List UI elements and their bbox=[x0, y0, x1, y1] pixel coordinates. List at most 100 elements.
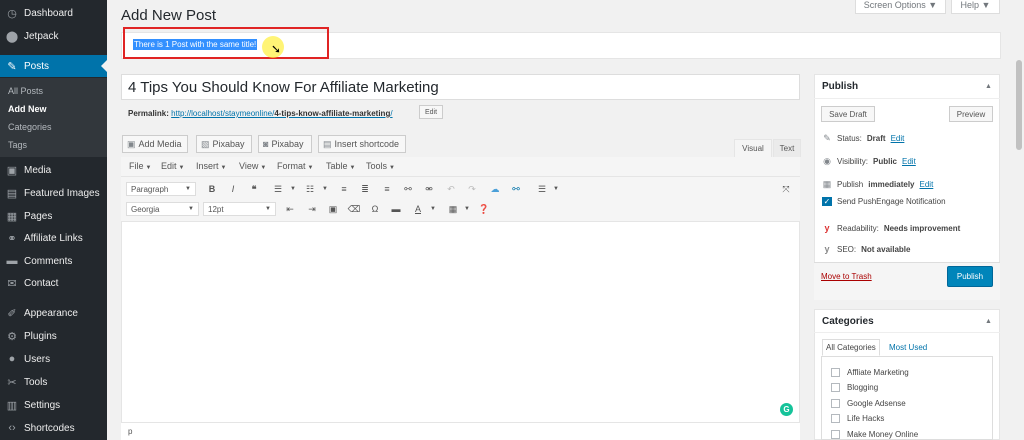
permalink-edit-button[interactable]: Edit bbox=[419, 105, 443, 119]
menu-featured-images[interactable]: ▤ Featured Images bbox=[0, 182, 107, 204]
blockquote-icon[interactable]: ❝ bbox=[247, 182, 261, 196]
menu-format[interactable]: Format ▼ bbox=[277, 161, 313, 171]
tab-visual[interactable]: Visual bbox=[734, 139, 772, 157]
dashboard-icon: ◷ bbox=[7, 7, 17, 20]
align-right-icon[interactable]: ≡ bbox=[380, 182, 394, 196]
link-icon[interactable]: ⚯ bbox=[401, 182, 415, 196]
checkbox[interactable] bbox=[831, 399, 840, 408]
menu-media[interactable]: ▣ Media bbox=[0, 159, 107, 181]
bold-icon[interactable]: B bbox=[205, 182, 219, 196]
permalink-url[interactable]: http://localhost/staymeonline/4-tips-kno… bbox=[171, 109, 392, 118]
scrollbar-thumb[interactable] bbox=[1016, 60, 1022, 150]
menu-pages[interactable]: ▦ Pages bbox=[0, 205, 107, 227]
save-draft-button[interactable]: Save Draft bbox=[821, 106, 875, 122]
checkbox-checked-icon[interactable]: ✓ bbox=[822, 197, 832, 206]
menu-edit[interactable]: Edit ▼ bbox=[161, 161, 184, 171]
preview-button[interactable]: Preview bbox=[949, 106, 993, 122]
help-button[interactable]: Help ▼ bbox=[951, 0, 1000, 14]
schedule-edit-link[interactable]: Edit bbox=[920, 180, 934, 189]
chevron-down-icon[interactable]: ▼ bbox=[318, 182, 332, 196]
chevron-down-icon[interactable]: ▼ bbox=[286, 182, 300, 196]
tab-text[interactable]: Text bbox=[773, 139, 801, 157]
horizontal-line-icon[interactable]: ▬ bbox=[389, 202, 403, 216]
font-family-select[interactable]: Georgia ▼ bbox=[126, 202, 199, 216]
submenu-add-new[interactable]: Add New bbox=[8, 104, 47, 114]
numbered-list-icon[interactable]: ☷ bbox=[303, 182, 317, 196]
post-title-input[interactable] bbox=[121, 74, 800, 100]
publish-button[interactable]: Publish bbox=[947, 266, 993, 287]
menu-tools[interactable]: ✂ Tools bbox=[0, 371, 107, 393]
status-edit-link[interactable]: Edit bbox=[891, 134, 905, 143]
menu-jetpack[interactable]: ⬤ Jetpack bbox=[0, 25, 107, 47]
collapse-icon[interactable]: ▲ bbox=[985, 83, 992, 90]
redo-icon[interactable]: ↷ bbox=[465, 182, 479, 196]
checkbox[interactable] bbox=[831, 368, 840, 377]
menu-affiliate-links[interactable]: ⚭ Affiliate Links bbox=[0, 227, 107, 249]
chevron-down-icon[interactable]: ▼ bbox=[426, 202, 440, 216]
menu-insert[interactable]: Insert ▼ bbox=[196, 161, 226, 171]
menu-posts[interactable]: ✎ Posts bbox=[0, 55, 107, 77]
menu-shortcodes[interactable]: ‹› Shortcodes bbox=[0, 417, 107, 439]
chevron-down-icon[interactable]: ▼ bbox=[549, 182, 563, 196]
screen-options-button[interactable]: Screen Options ▼ bbox=[855, 0, 946, 14]
grammarly-icon[interactable]: G bbox=[780, 403, 793, 416]
menu-settings[interactable]: ▥ Settings bbox=[0, 394, 107, 416]
category-item[interactable]: Make Money Online bbox=[831, 430, 918, 439]
menu-view[interactable]: View ▼ bbox=[239, 161, 266, 171]
move-to-trash-link[interactable]: Move to Trash bbox=[821, 272, 872, 281]
menu-dashboard[interactable]: ◷ Dashboard bbox=[0, 2, 107, 24]
menu-tools[interactable]: Tools ▼ bbox=[366, 161, 395, 171]
collapse-icon[interactable]: ▲ bbox=[985, 318, 992, 325]
indent-icon[interactable]: ⇥ bbox=[305, 202, 319, 216]
tab-most-used[interactable]: Most Used bbox=[886, 339, 930, 356]
chevron-down-icon[interactable]: ▼ bbox=[460, 202, 474, 216]
clear-formatting-icon[interactable]: ⌫ bbox=[347, 202, 361, 216]
category-item[interactable]: Google Adsense bbox=[831, 399, 906, 408]
checkbox[interactable] bbox=[831, 430, 840, 439]
toolbar-toggle-icon[interactable]: ☰ bbox=[535, 182, 549, 196]
font-size-select[interactable]: 12pt ▼ bbox=[203, 202, 276, 216]
category-item[interactable]: Affliate Marketing bbox=[831, 368, 909, 377]
menu-appearance[interactable]: ✐ Appearance bbox=[0, 302, 107, 324]
insert-link-icon[interactable]: ⚯ bbox=[509, 182, 523, 196]
tools-icon: ✂ bbox=[7, 376, 17, 389]
special-character-icon[interactable]: Ω bbox=[368, 202, 382, 216]
table-icon[interactable]: ▦ bbox=[446, 202, 460, 216]
category-item[interactable]: Life Hacks bbox=[831, 414, 884, 423]
checkbox[interactable] bbox=[831, 414, 840, 423]
cursor-icon: ➘ bbox=[271, 42, 282, 56]
category-item[interactable]: Blogging bbox=[831, 383, 878, 392]
undo-icon[interactable]: ↶ bbox=[444, 182, 458, 196]
add-media-button[interactable]: ▣ Add Media bbox=[122, 135, 188, 153]
visibility-edit-link[interactable]: Edit bbox=[902, 157, 916, 166]
italic-icon[interactable]: I bbox=[226, 182, 240, 196]
insert-shortcode-button[interactable]: ▤ Insert shortcode bbox=[318, 135, 406, 153]
pixabay-button[interactable]: ▧ Pixabay bbox=[196, 135, 252, 153]
submenu-tags[interactable]: Tags bbox=[8, 140, 27, 150]
text-color-icon[interactable]: A bbox=[411, 202, 425, 216]
chevron-down-icon: ▼ bbox=[188, 206, 194, 212]
pixabay-camera-button[interactable]: ◙ Pixabay bbox=[258, 135, 312, 153]
menu-table[interactable]: Table ▼ bbox=[326, 161, 355, 171]
outdent-icon[interactable]: ⇤ bbox=[283, 202, 297, 216]
help-icon[interactable]: ❓ bbox=[477, 202, 491, 216]
pixabay-icon: ▧ bbox=[201, 138, 210, 149]
menu-plugins[interactable]: ⚙ Plugins bbox=[0, 325, 107, 347]
menu-comments[interactable]: ▬ Comments bbox=[0, 250, 107, 272]
menu-users[interactable]: ● Users bbox=[0, 348, 107, 370]
cloud-icon[interactable]: ☁ bbox=[488, 182, 502, 196]
pages-icon: ▦ bbox=[6, 210, 18, 223]
tab-all-categories[interactable]: All Categories bbox=[822, 339, 880, 356]
submenu-categories[interactable]: Categories bbox=[8, 122, 52, 132]
paste-text-icon[interactable]: ▣ bbox=[326, 202, 340, 216]
unlink-icon[interactable]: ⚮ bbox=[422, 182, 436, 196]
align-center-icon[interactable]: ≣ bbox=[358, 182, 372, 196]
menu-file[interactable]: File ▼ bbox=[129, 161, 151, 171]
fullscreen-icon[interactable]: ⤧ bbox=[779, 182, 793, 196]
menu-contact[interactable]: ✉ Contact bbox=[0, 272, 107, 294]
submenu-all-posts[interactable]: All Posts bbox=[8, 86, 43, 96]
checkbox[interactable] bbox=[831, 383, 840, 392]
bullet-list-icon[interactable]: ☰ bbox=[271, 182, 285, 196]
format-select[interactable]: Paragraph ▼ bbox=[126, 182, 196, 196]
align-left-icon[interactable]: ≡ bbox=[337, 182, 351, 196]
